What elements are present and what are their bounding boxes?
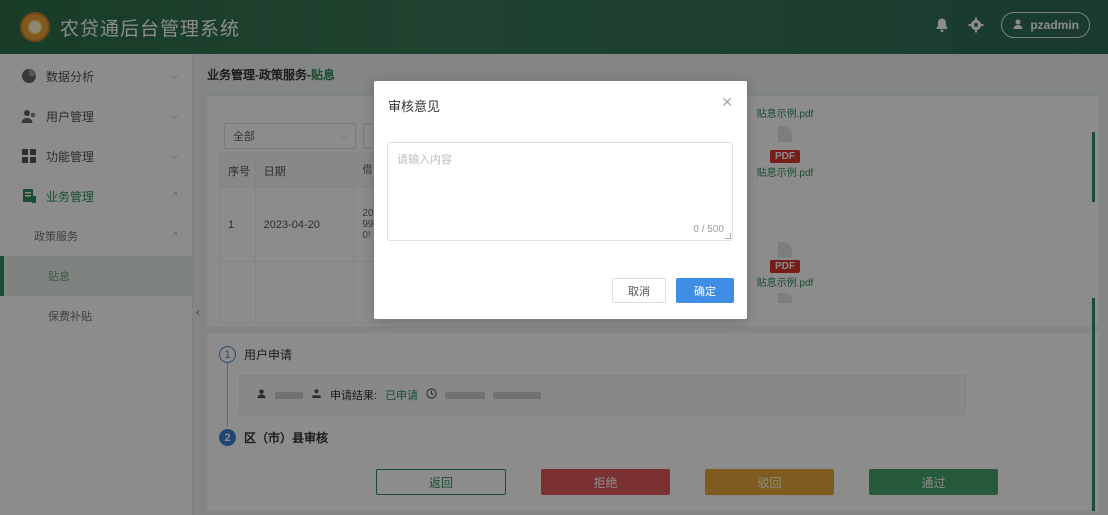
cancel-button[interactable]: 取消 — [612, 278, 666, 303]
textarea-placeholder: 请输入内容 — [397, 154, 452, 166]
review-opinion-dialog: 审核意见 ✕ 请输入内容 0 / 500 取消 确定 — [374, 81, 747, 319]
char-count: 0 / 500 — [693, 224, 724, 235]
review-opinion-textarea[interactable]: 请输入内容 0 / 500 — [387, 142, 733, 241]
dialog-title: 审核意见 — [388, 99, 441, 114]
confirm-button[interactable]: 确定 — [676, 278, 734, 303]
close-icon[interactable]: ✕ — [721, 94, 733, 111]
resize-handle-icon[interactable] — [725, 233, 731, 239]
